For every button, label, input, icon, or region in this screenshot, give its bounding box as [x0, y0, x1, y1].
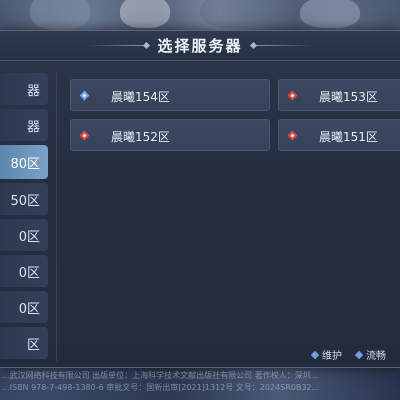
server-group-item[interactable]: 器	[0, 73, 48, 105]
server-status-icon	[79, 130, 90, 141]
server-button[interactable]: 晨曦154区	[70, 79, 270, 111]
smooth-diamond-icon	[354, 350, 364, 359]
server-name: 晨曦151区	[319, 130, 378, 144]
server-name: 晨曦154区	[111, 90, 170, 104]
title-ornament-left	[87, 45, 148, 46]
copyright-footer: ...武汉网络科技有限公司 出版单位：上海科学技术文献出版社有限公司 著作权人：…	[0, 368, 400, 400]
footer-line-2: ...ISBN 978-7-498-1380-6 审批文号：国新出审[2021]…	[2, 383, 320, 392]
server-group-item[interactable]: 50区	[0, 183, 48, 215]
list-divider	[56, 71, 57, 361]
server-group-label: 0区	[18, 229, 40, 245]
server-name: 晨曦152区	[111, 130, 170, 144]
server-group-item[interactable]: 区	[0, 327, 48, 359]
maintenance-diamond-icon	[310, 350, 320, 359]
server-group-label: 器	[26, 119, 40, 135]
background-figure	[200, 0, 270, 28]
server-button[interactable]: 晨曦152区	[70, 119, 270, 151]
server-group-label: 器	[26, 83, 40, 99]
server-group-label: 0区	[18, 301, 40, 317]
server-group-item[interactable]: 0区	[0, 291, 48, 323]
legend-maintenance-label: 维护	[322, 351, 342, 362]
title-ornament-right	[252, 45, 313, 46]
background-figure	[30, 0, 90, 30]
legend-smooth: 流畅	[354, 347, 386, 362]
server-button[interactable]: 晨曦153区	[278, 79, 400, 111]
legend-maintenance: 维护	[310, 347, 342, 362]
server-select-dialog: 选择服务器 器 器 80区 50区 0区 0区 0区 区 晨曦154区 晨曦15…	[0, 30, 400, 368]
server-status-icon	[79, 90, 90, 101]
server-status-icon	[287, 90, 298, 101]
server-group-label: 区	[26, 337, 40, 353]
legend-smooth-label: 流畅	[366, 351, 386, 362]
background-figure	[300, 0, 360, 28]
server-group-item[interactable]: 0区	[0, 255, 48, 287]
server-group-list: 器 器 80区 50区 0区 0区 0区 区	[0, 71, 50, 361]
server-group-item[interactable]: 器	[0, 109, 48, 141]
dialog-title-bar: 选择服务器	[0, 31, 400, 61]
server-group-label: 0区	[18, 265, 40, 281]
background-figure	[120, 0, 170, 28]
server-group-label: 50区	[10, 193, 40, 209]
footer-line-1: ...武汉网络科技有限公司 出版单位：上海科学技术文献出版社有限公司 著作权人：…	[2, 371, 319, 380]
server-group-item[interactable]: 0区	[0, 219, 48, 251]
status-legend: 维护 流畅	[310, 347, 386, 362]
server-name: 晨曦153区	[319, 90, 378, 104]
server-button[interactable]: 晨曦151区	[278, 119, 400, 151]
server-status-icon	[287, 130, 298, 141]
server-group-label: 80区	[10, 156, 40, 172]
dialog-title: 选择服务器	[157, 37, 243, 55]
server-group-item-active[interactable]: 80区	[0, 145, 48, 179]
